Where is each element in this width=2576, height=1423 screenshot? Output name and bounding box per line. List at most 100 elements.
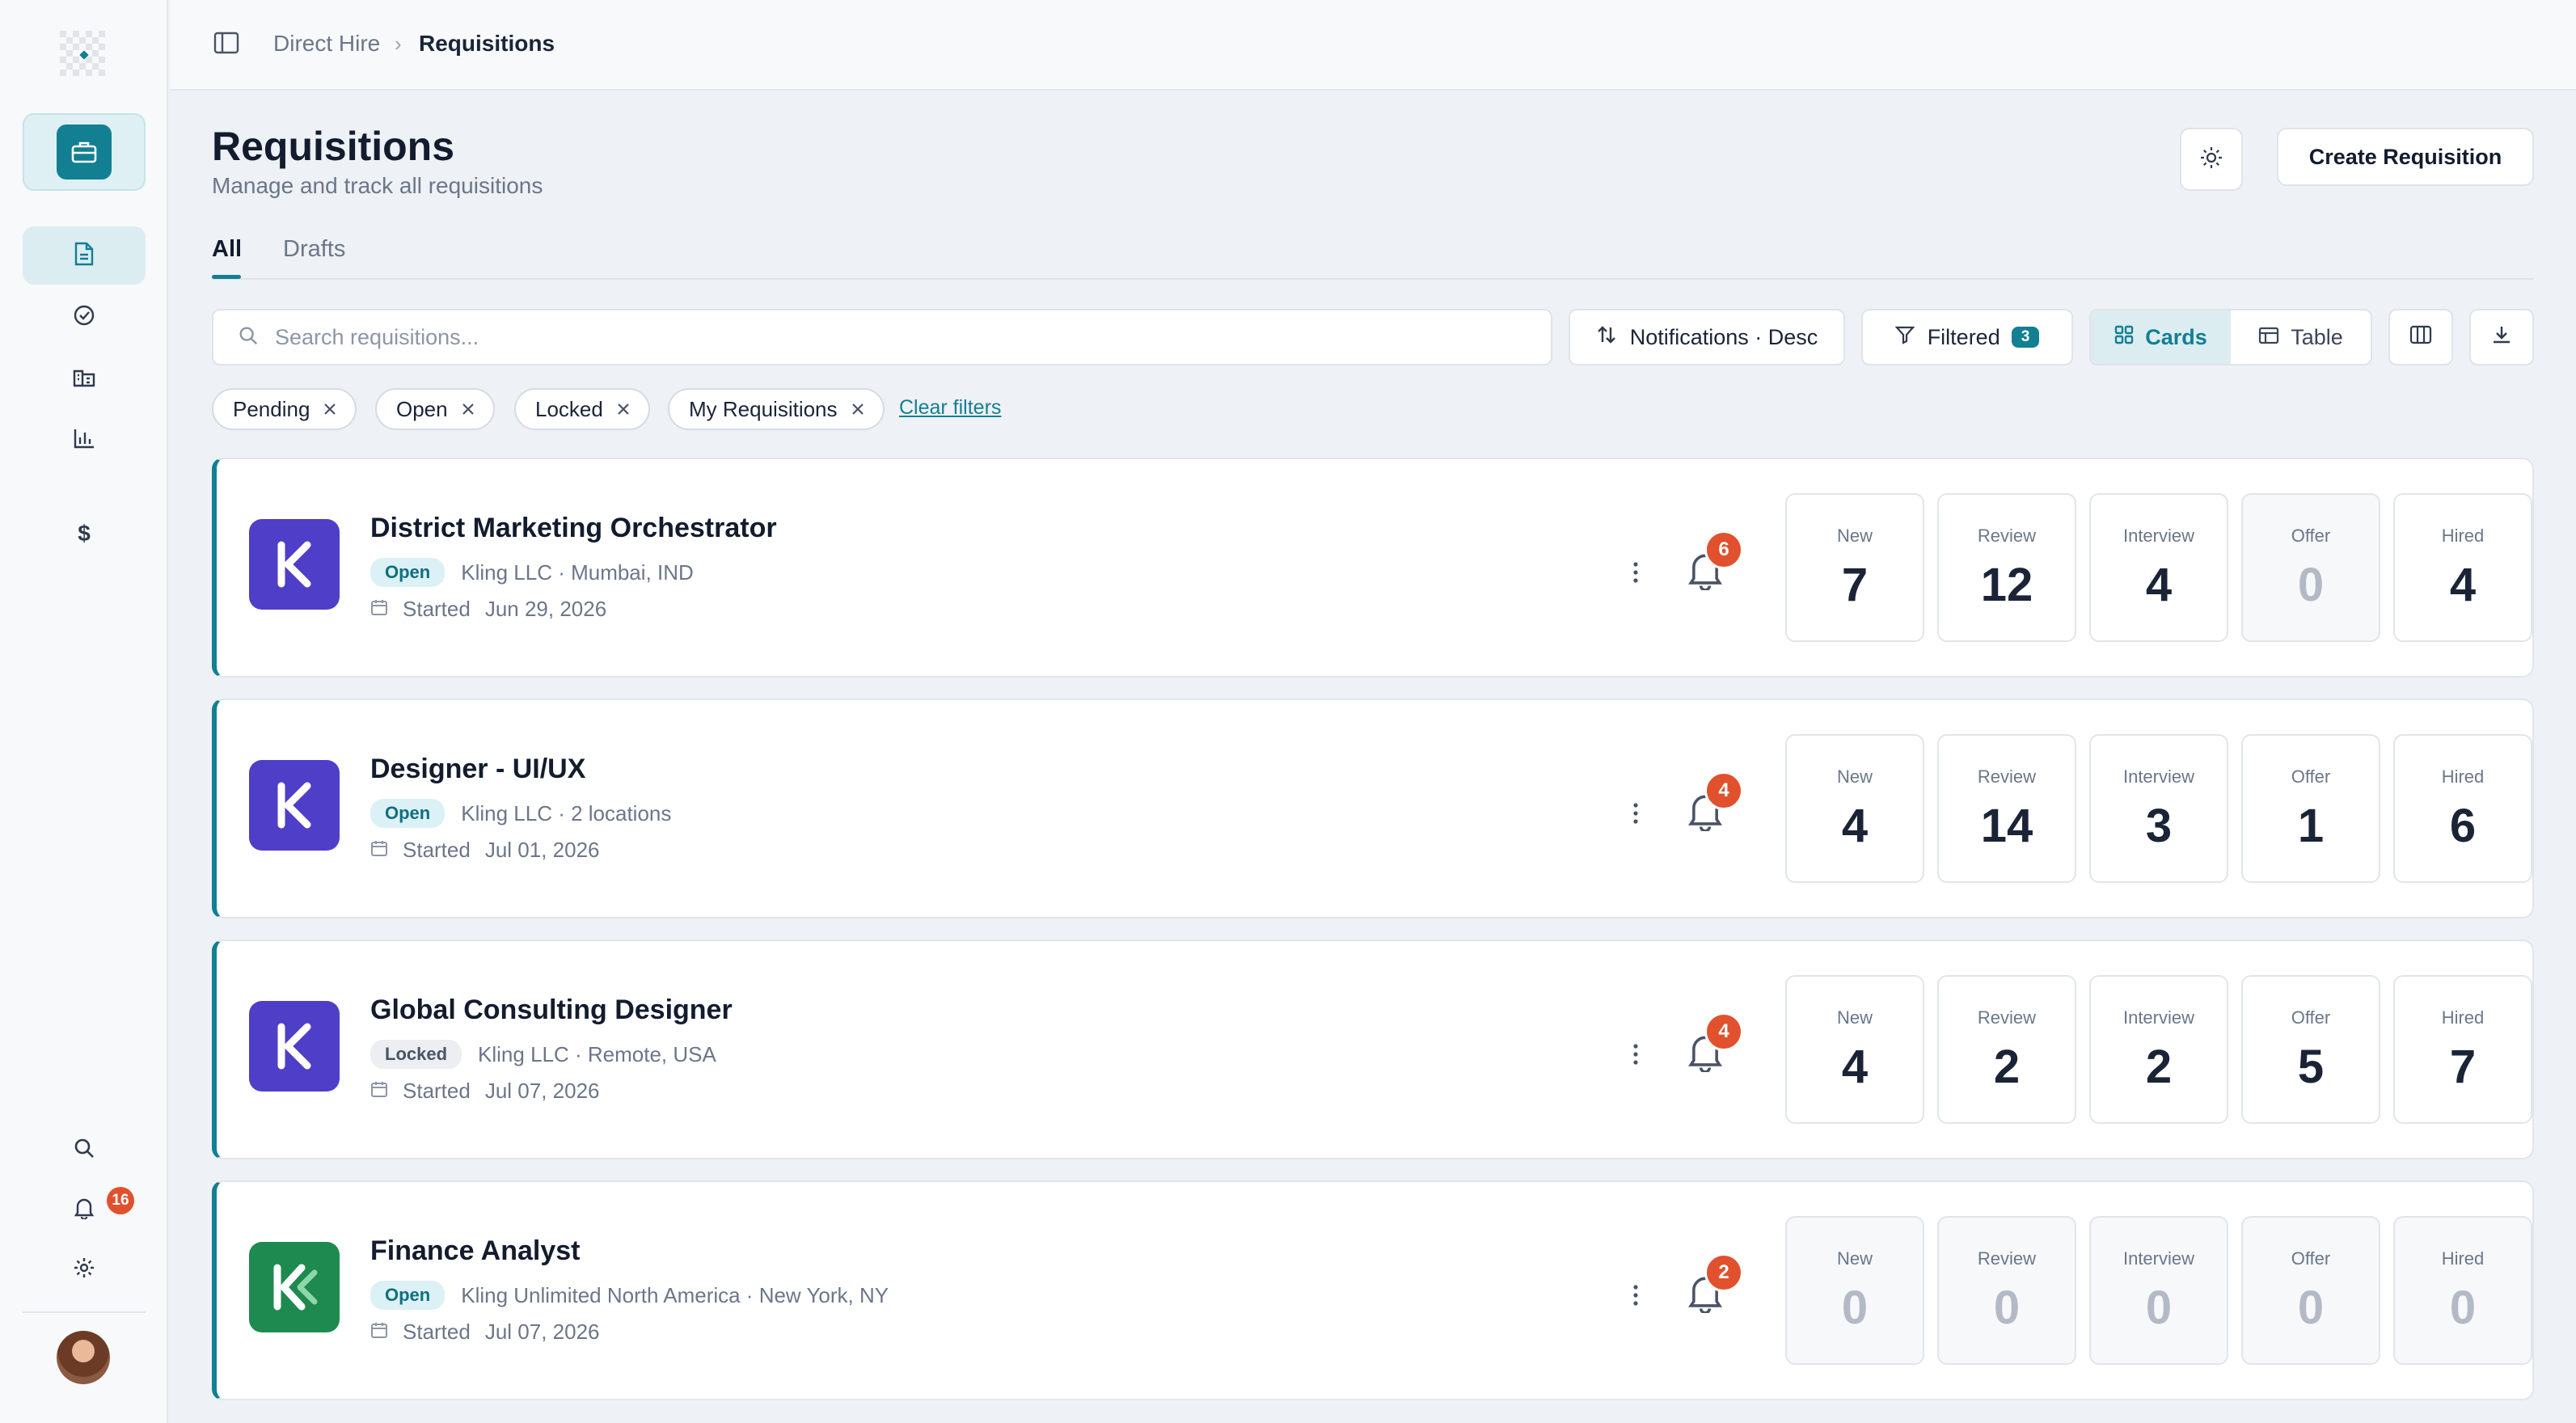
stat-label: Interview <box>2122 1248 2195 1269</box>
sidebar-item-reports[interactable] <box>68 424 100 456</box>
stat-value: 5 <box>2297 1041 2325 1093</box>
sort-arrows-icon <box>1596 324 1617 351</box>
stat-value: 0 <box>2449 1282 2477 1334</box>
sidebar-item-companies[interactable] <box>68 362 100 395</box>
filter-chip-my-requisitions: My Requisitions <box>668 388 885 430</box>
theme-toggle-button[interactable] <box>2180 128 2243 191</box>
app-logo[interactable] <box>60 31 108 79</box>
sidebar-item-jobs[interactable] <box>23 113 146 191</box>
started-date: Started Jun 29, 2026 <box>370 597 606 622</box>
more-options-icon[interactable] <box>1624 1279 1648 1311</box>
clear-filters-link[interactable]: Clear filters <box>899 396 1001 420</box>
stat-review[interactable]: Review 0 <box>1937 1216 2076 1365</box>
stat-review[interactable]: Review 12 <box>1937 493 2076 642</box>
notification-badge: 4 <box>1704 1012 1743 1051</box>
requisition-card[interactable]: District Marketing Orchestrator Open Kli… <box>212 458 2534 678</box>
stat-interview[interactable]: Interview 3 <box>2089 734 2228 883</box>
started-date: Started Jul 01, 2026 <box>370 838 600 863</box>
stat-value: 0 <box>1993 1282 2021 1334</box>
stat-value: 2 <box>2145 1041 2173 1093</box>
job-meta: Open Kling LLC · Mumbai, IND <box>370 558 694 587</box>
filter-chip-pending: Pending <box>212 388 357 430</box>
stat-label: Hired <box>2441 526 2485 546</box>
chip-label: My Requisitions <box>689 396 838 421</box>
job-title[interactable]: Designer - UI/UX <box>370 754 585 785</box>
download-button[interactable] <box>2469 309 2534 365</box>
close-icon[interactable] <box>323 397 337 422</box>
sidebar-notifications[interactable] <box>68 1193 100 1226</box>
stat-new[interactable]: New 4 <box>1785 734 1924 883</box>
avatar[interactable] <box>57 1331 110 1384</box>
sidebar-item-approvals[interactable] <box>68 301 100 333</box>
stat-hired[interactable]: Hired 6 <box>2393 734 2532 883</box>
sidebar-toggle-icon[interactable] <box>213 31 239 59</box>
columns-button[interactable] <box>2388 309 2453 365</box>
stat-value: 4 <box>1841 1041 1869 1093</box>
stat-new[interactable]: New 7 <box>1785 493 1924 642</box>
stat-interview[interactable]: Interview 4 <box>2089 493 2228 642</box>
close-icon[interactable] <box>851 397 865 422</box>
filter-button[interactable]: Filtered 3 <box>1861 309 2073 365</box>
job-title[interactable]: Global Consulting Designer <box>370 994 733 1026</box>
job-title[interactable]: Finance Analyst <box>370 1235 580 1267</box>
sidebar-settings[interactable] <box>68 1253 100 1286</box>
calendar-icon <box>370 597 388 622</box>
stat-new[interactable]: New 4 <box>1785 975 1924 1124</box>
view-cards-button[interactable]: Cards <box>2091 310 2231 364</box>
stat-offer[interactable]: Offer 5 <box>2241 975 2380 1124</box>
more-options-icon[interactable] <box>1624 556 1648 589</box>
search-box <box>212 309 1552 365</box>
stat-offer[interactable]: Offer 0 <box>2241 1216 2380 1365</box>
stat-value: 4 <box>2449 559 2477 611</box>
dollar-icon: $ <box>78 521 91 546</box>
active-tab-indicator <box>212 275 241 279</box>
create-requisition-button[interactable]: Create Requisition <box>2277 128 2534 186</box>
company-location: Kling Unlimited North America · New York… <box>461 1282 889 1307</box>
stat-hired[interactable]: Hired 4 <box>2393 493 2532 642</box>
tabs-divider <box>212 278 2534 280</box>
company-logo <box>249 519 340 610</box>
gear-icon <box>73 1256 95 1283</box>
stat-review[interactable]: Review 14 <box>1937 734 2076 883</box>
view-table-button[interactable]: Table <box>2231 310 2371 364</box>
stat-new[interactable]: New 0 <box>1785 1216 1924 1365</box>
stat-offer[interactable]: Offer 0 <box>2241 493 2380 642</box>
requisition-card[interactable]: Designer - UI/UX Open Kling LLC · 2 loca… <box>212 699 2534 918</box>
stat-interview[interactable]: Interview 0 <box>2089 1216 2228 1365</box>
sidebar-item-requisitions[interactable] <box>23 226 146 285</box>
sidebar-item-billing[interactable]: $ <box>68 517 100 550</box>
requisition-card[interactable]: Global Consulting Designer Locked Kling … <box>212 940 2534 1159</box>
filter-count-badge: 3 <box>2011 327 2040 348</box>
close-icon[interactable] <box>616 397 631 422</box>
company-location: Kling LLC · Remote, USA <box>478 1041 716 1066</box>
stat-hired[interactable]: Hired 0 <box>2393 1216 2532 1365</box>
notification-badge: 4 <box>1704 771 1743 810</box>
started-value: Jul 01, 2026 <box>484 838 600 862</box>
top-bar: Direct Hire › Requisitions <box>170 0 2576 91</box>
started-value: Jun 29, 2026 <box>484 597 607 621</box>
stat-offer[interactable]: Offer 1 <box>2241 734 2380 883</box>
more-options-icon[interactable] <box>1624 797 1648 830</box>
stat-label: Interview <box>2122 1007 2195 1028</box>
bell-icon <box>74 1197 95 1223</box>
sidebar-search[interactable] <box>68 1134 100 1166</box>
sort-button[interactable]: Notifications · Desc <box>1569 309 1845 365</box>
job-title[interactable]: District Marketing Orchestrator <box>370 513 777 544</box>
stat-hired[interactable]: Hired 7 <box>2393 975 2532 1124</box>
started-label: Started <box>403 597 471 621</box>
search-icon <box>238 325 259 350</box>
close-icon[interactable] <box>461 397 475 422</box>
document-icon <box>74 242 95 270</box>
search-input[interactable] <box>275 324 1488 350</box>
stat-label: New <box>1836 1248 1873 1269</box>
more-options-icon[interactable] <box>1624 1038 1648 1070</box>
stat-interview[interactable]: Interview 2 <box>2089 975 2228 1124</box>
stat-review[interactable]: Review 2 <box>1937 975 2076 1124</box>
tab-drafts[interactable]: Drafts <box>283 236 345 263</box>
view-cards-label: Cards <box>2145 324 2207 349</box>
breadcrumb-parent[interactable]: Direct Hire <box>273 31 380 57</box>
tab-all[interactable]: All <box>212 236 242 263</box>
stat-value: 0 <box>1841 1282 1869 1334</box>
job-meta: Open Kling LLC · 2 locations <box>370 799 671 828</box>
requisition-card[interactable]: Finance Analyst Open Kling Unlimited Nor… <box>212 1180 2534 1400</box>
